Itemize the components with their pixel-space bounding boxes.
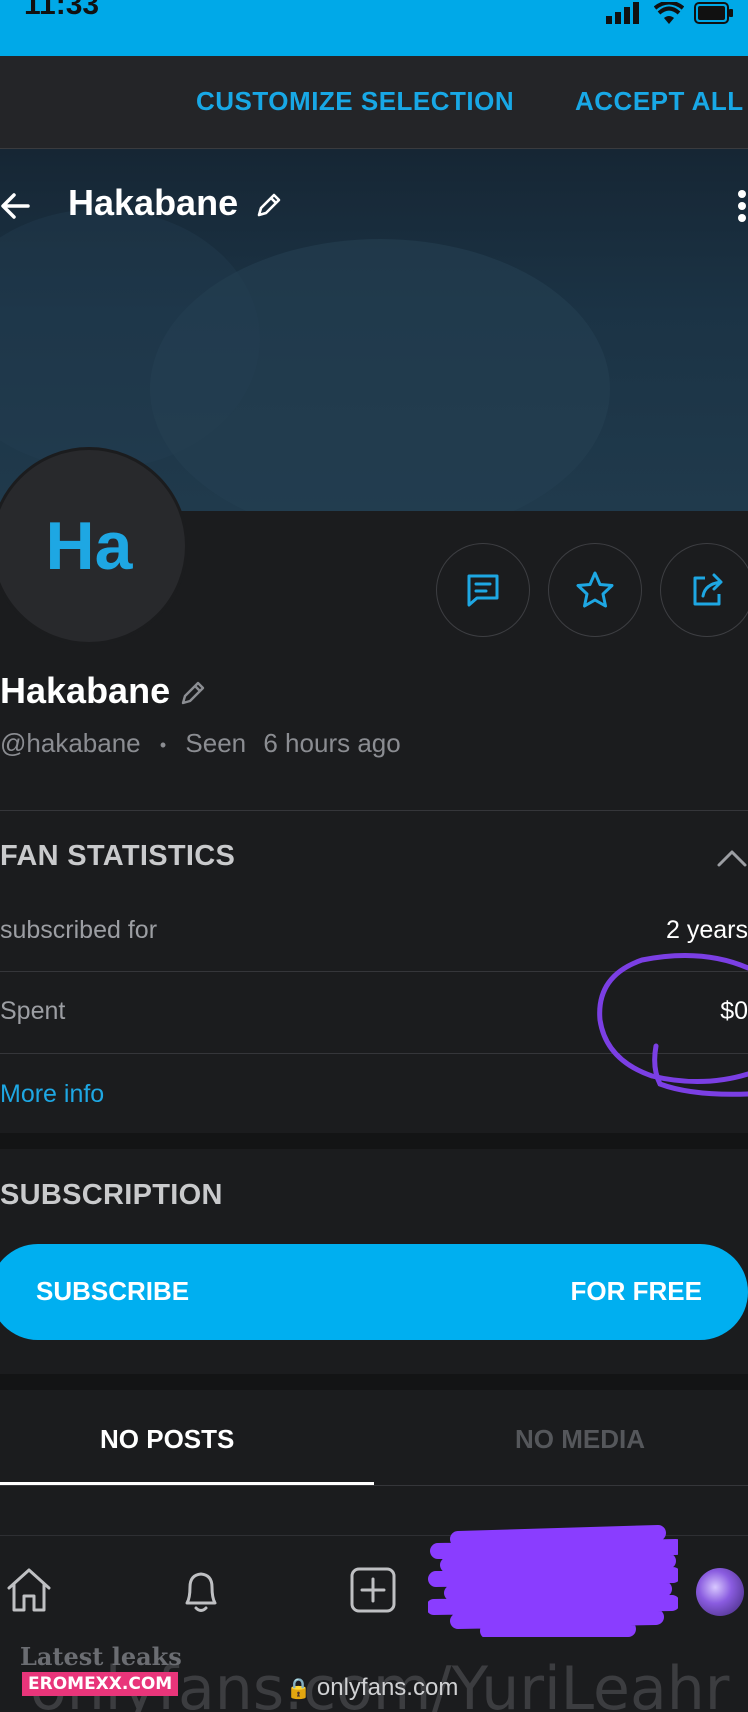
add-post-icon[interactable] xyxy=(348,1565,398,1615)
star-icon xyxy=(576,571,614,608)
status-time: 11:33 xyxy=(24,0,100,21)
subscribe-button[interactable]: SUBSCRIBE FOR FREE xyxy=(0,1244,748,1340)
subscribe-price: FOR FREE xyxy=(570,1276,702,1306)
subscribe-label: SUBSCRIBE xyxy=(36,1276,190,1306)
annotation-circle xyxy=(597,953,748,1097)
more-options-icon[interactable] xyxy=(736,188,748,224)
tab-posts[interactable]: NO POSTS xyxy=(100,1424,234,1455)
fan-statistics-title: FAN STATISTICS xyxy=(0,840,236,872)
status-icons xyxy=(606,0,734,24)
stat-label: subscribed for xyxy=(0,916,158,944)
section-separator xyxy=(0,1374,748,1390)
profile-handle: @hakabane xyxy=(0,728,141,758)
redaction-scribble xyxy=(428,1525,678,1637)
stat-value: 2 years xyxy=(666,916,748,944)
profile-meta: @hakabane • Seen 6 hours ago xyxy=(0,728,401,759)
meta-separator: • xyxy=(159,734,167,755)
seen-time: 6 hours ago xyxy=(263,728,401,758)
status-bar: 11:33 xyxy=(0,0,748,56)
home-icon[interactable] xyxy=(4,1565,54,1615)
back-arrow-icon[interactable] xyxy=(0,190,32,222)
wifi-icon xyxy=(654,2,684,24)
url-domain: onlyfans.com xyxy=(316,1674,459,1701)
share-icon xyxy=(693,573,723,606)
divider xyxy=(0,1485,748,1486)
message-button[interactable] xyxy=(436,543,530,637)
battery-icon xyxy=(694,2,733,24)
stat-label: Spent xyxy=(0,997,66,1025)
seen-label: Seen xyxy=(185,728,247,758)
url-text[interactable]: 🔒 onlyfans.com xyxy=(286,1674,458,1702)
subscription-title: SUBSCRIPTION xyxy=(0,1179,223,1211)
avatar-initials: Ha xyxy=(45,508,133,584)
profile-display-name: Hakabane xyxy=(0,670,171,711)
notifications-bell-icon[interactable] xyxy=(176,1565,226,1615)
tab-media[interactable]: NO MEDIA xyxy=(515,1424,645,1455)
favorite-button[interactable] xyxy=(548,543,642,637)
chevron-up-icon[interactable] xyxy=(716,848,748,868)
watermark-badge: EROMEXX.COM xyxy=(22,1672,179,1696)
edit-name-icon[interactable] xyxy=(178,678,208,708)
section-separator xyxy=(0,1133,748,1149)
message-icon xyxy=(467,574,499,607)
signal-icon xyxy=(606,2,639,24)
user-avatar[interactable] xyxy=(696,1568,744,1616)
lock-icon: 🔒 xyxy=(286,1678,311,1700)
divider xyxy=(0,810,748,811)
edit-pencil-icon[interactable] xyxy=(254,190,284,220)
customize-selection-button[interactable]: CUSTOMIZE SELECTION xyxy=(196,86,514,117)
header-title: Hakabane xyxy=(68,182,239,223)
share-button[interactable] xyxy=(660,543,748,637)
accept-all-button[interactable]: ACCEPT ALL xyxy=(575,86,744,117)
watermark-caption: Latest leaks xyxy=(20,1642,182,1671)
more-info-link[interactable]: More info xyxy=(0,1080,104,1109)
cookie-banner: CUSTOMIZE SELECTION ACCEPT ALL xyxy=(0,56,748,149)
avatar[interactable]: Ha xyxy=(0,447,188,645)
